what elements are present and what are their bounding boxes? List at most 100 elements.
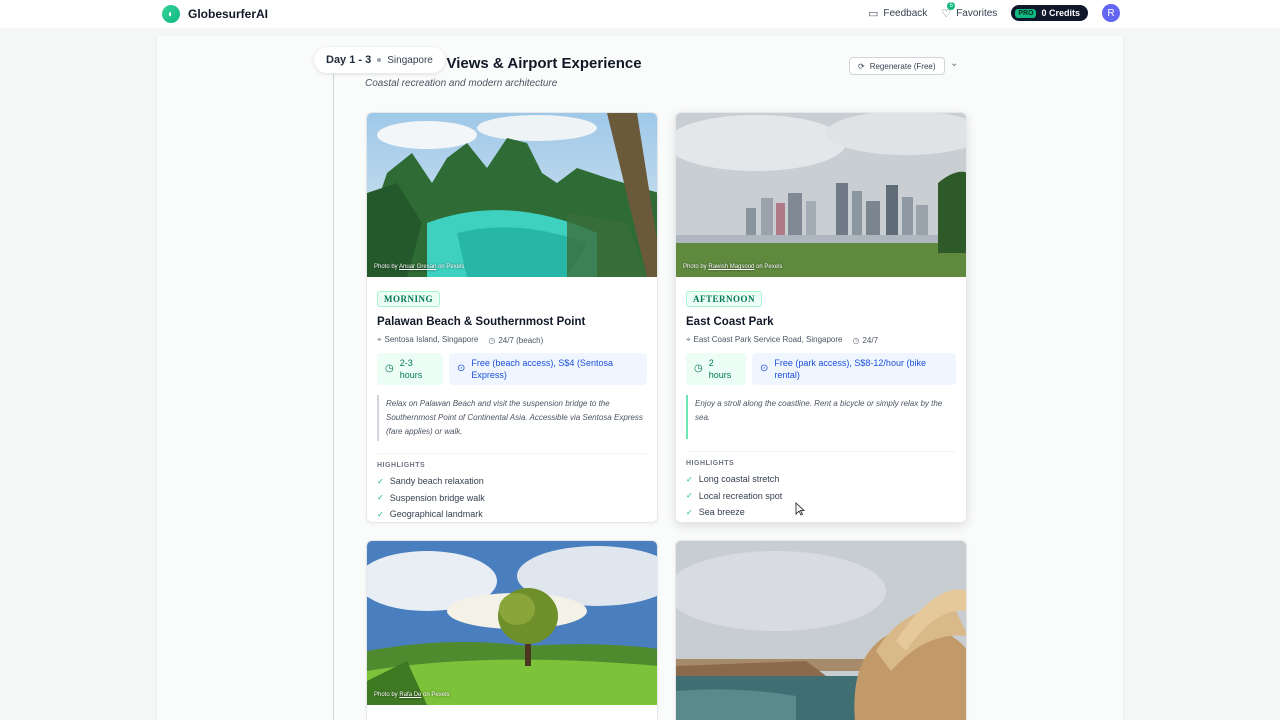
feedback-link[interactable]: ▭ Feedback [868, 7, 927, 20]
highlight-text: Sea breeze [698, 507, 745, 518]
cost: Free (park access), S$8-12/hour (bike re… [774, 358, 926, 380]
info-chips: ◷ 2 hours ⊙ Free (park access), S$8-12/h… [686, 353, 956, 385]
pin-icon: ⌖ [377, 335, 382, 344]
cost-chip: ⊙ Free (beach access), S$4 (Sentosa Expr… [449, 353, 647, 385]
brand[interactable]: ◐ GlobesurferAI [162, 5, 268, 23]
coast-photo [676, 541, 966, 720]
regenerate-button[interactable]: ⟳ Regenerate (Free) [849, 57, 945, 75]
check-icon: ✓ [686, 507, 693, 517]
check-icon: ✓ [377, 509, 384, 519]
cost: Free (beach access), S$4 (Sentosa Expres… [471, 358, 613, 380]
highlights-heading: HIGHLIGHTS [377, 453, 647, 469]
separator-dot [377, 58, 382, 62]
clock-icon: ◷ [852, 335, 860, 345]
photo-credit: Photo by Rafa De on Pexels [374, 692, 449, 698]
clock-icon: ◷ [488, 335, 496, 345]
address: East Coast Park Service Road, Singapore [693, 335, 843, 344]
activity-description: Enjoy a stroll along the coastline. Rent… [686, 395, 956, 439]
favorites-count-badge: 5 [947, 1, 956, 10]
opening-hours: 24/7 (beach) [498, 335, 544, 345]
refresh-icon: ⟳ [858, 61, 865, 71]
mouse-cursor-icon [795, 502, 805, 516]
day-location: Singapore [387, 54, 433, 66]
highlight-text: Geographical landmark [389, 509, 483, 520]
photographer-link[interactable]: Rawish Magsood [708, 264, 754, 270]
info-chips: ◷ 2-3 hours ⊙ Free (beach access), S$4 (… [377, 353, 647, 385]
regenerate-label: Regenerate (Free) [869, 61, 936, 71]
activity-description: Relax on Palawan Beach and visit the sus… [377, 395, 647, 441]
credit-prefix: Photo by [374, 264, 398, 270]
check-icon: ✓ [377, 476, 384, 486]
feedback-label: Feedback [883, 7, 928, 19]
cost-chip: ⊙ Free (park access), S$8-12/hour (bike … [752, 353, 956, 385]
check-icon: ✓ [686, 474, 693, 484]
duration-chip: ◷ 2 hours [686, 353, 746, 385]
credit-suffix: on Pexels [423, 692, 450, 698]
highlights-list: ✓ Long coastal stretch ✓ Local recreation … [686, 471, 956, 521]
address: Sentosa Island, Singapore [384, 335, 479, 344]
activity-card-afternoon: Photo by Rawish Magsood on Pexels AFTERN… [675, 112, 967, 523]
activity-photo [676, 541, 966, 720]
lagoon-photo [367, 113, 657, 277]
clock-icon: ◷ [694, 363, 703, 374]
favorites-label: Favorites [956, 7, 998, 19]
timeline-line [333, 74, 334, 720]
highlight-text: Suspension bridge walk [389, 492, 485, 503]
list-item: ✓ Suspension bridge walk [377, 490, 647, 507]
pin-icon: ⌖ [686, 335, 691, 344]
credit-prefix: Photo by [683, 264, 707, 270]
meadow-photo [367, 541, 657, 705]
highlights-list: ✓ Sandy beach relaxation ✓ Suspension brid… [377, 473, 647, 522]
day-subtitle: Coastal recreation and modern architectu… [365, 78, 558, 89]
list-item: ✓ Long coastal stretch [686, 471, 956, 488]
photographer-link[interactable]: Anuar Gresan [399, 264, 436, 270]
clock-icon: ◷ [385, 363, 394, 374]
credit-prefix: Photo by [374, 692, 398, 698]
time-of-day-badge: AFTERNOON [686, 291, 763, 307]
activity-name: Palawan Beach & Southernmost Point [377, 316, 586, 328]
day-pill: Day 1 - 3 Singapore [314, 47, 445, 73]
opening-hours: 24/7 [862, 335, 879, 345]
highlight-text: Long coastal stretch [698, 474, 780, 485]
user-avatar[interactable]: R [1102, 4, 1120, 22]
credits-label: 0 Credits [1041, 8, 1080, 18]
day-title: nd Views & Airport Experience [424, 55, 642, 72]
nav-actions: ▭ Feedback ♡ 5 Favorites PRO 0 Credits R [868, 1, 1120, 22]
chevron-down-icon[interactable]: ⌄ [950, 58, 958, 69]
list-item: ✓ Local recreation spot [686, 488, 956, 505]
check-icon: ✓ [377, 493, 384, 503]
credit-suffix: on Pexels [756, 264, 783, 270]
top-navbar: ◐ GlobesurferAI ▭ Feedback ♡ 5 Favorites … [0, 0, 1280, 28]
credit-suffix: on Pexels [438, 264, 465, 270]
message-icon: ▭ [867, 7, 879, 20]
time-of-day-badge: MORNING [377, 291, 440, 307]
favorites-link[interactable]: ♡ 5 Favorites [941, 1, 998, 20]
activity-name: East Coast Park [686, 316, 774, 328]
brand-name: GlobesurferAI [188, 7, 269, 21]
activity-photo: Photo by Anuar Gresan on Pexels [367, 113, 657, 277]
activity-card-morning: Photo by Anuar Gresan on Pexels MORNING … [366, 112, 658, 523]
duration: 2 hours [708, 358, 732, 380]
highlight-text: Local recreation spot [698, 490, 783, 501]
heart-icon: ♡ 5 [941, 1, 956, 20]
duration-chip: ◷ 2-3 hours [377, 353, 443, 385]
day-range: Day 1 - 3 [326, 54, 372, 66]
pro-tag: PRO [1015, 8, 1037, 18]
activity-photo: Photo by Rawish Magsood on Pexels [676, 113, 966, 277]
activity-meta: ⌖ East Coast Park Service Road, Singapore… [686, 335, 956, 345]
activity-card: Photo by Rafa De on Pexels [366, 540, 658, 720]
list-item: ✓ Sea breeze [686, 504, 956, 521]
activity-photo: Photo by Rafa De on Pexels [367, 541, 657, 705]
duration: 2-3 hours [399, 358, 423, 380]
photo-credit: Photo by Rawish Magsood on Pexels [683, 264, 782, 270]
list-item: ✓ Geographical landmark [377, 506, 647, 522]
activity-card [675, 540, 967, 720]
dollar-icon: ⊙ [457, 363, 466, 374]
globe-logo-icon: ◐ [162, 5, 180, 23]
photographer-link[interactable]: Rafa De [399, 692, 421, 698]
highlights-heading: HIGHLIGHTS [686, 451, 956, 467]
check-icon: ✓ [686, 491, 693, 501]
skyline-photo [676, 113, 966, 277]
credits-badge[interactable]: PRO 0 Credits [1011, 5, 1088, 21]
photo-credit: Photo by Anuar Gresan on Pexels [374, 264, 464, 270]
